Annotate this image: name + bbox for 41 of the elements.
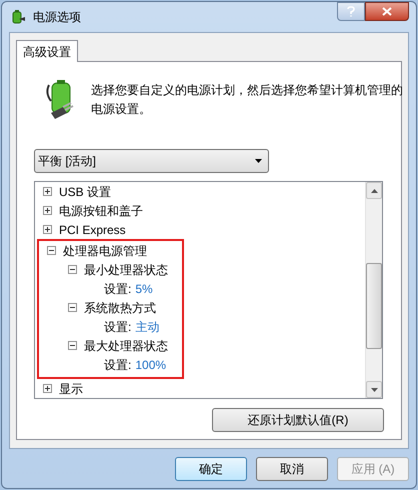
tree-item[interactable]: 系统散热方式: [84, 298, 156, 316]
dialog-button[interactable]: 确定: [175, 457, 247, 481]
close-icon: [382, 7, 392, 16]
tree-item[interactable]: 电源按钮和盖子: [59, 202, 143, 220]
dialog-button[interactable]: 取消: [256, 457, 328, 481]
restore-defaults-button[interactable]: 还原计划默认值(R): [212, 408, 384, 432]
tree-item[interactable]: 处理器电源管理: [63, 242, 147, 260]
setting-label: 设置:: [104, 318, 132, 336]
help-icon: [347, 6, 355, 17]
scrollbar[interactable]: [365, 182, 382, 398]
battery-plug-icon: [11, 9, 27, 25]
tree-item[interactable]: USB 设置: [59, 182, 112, 200]
expand-icon[interactable]: [43, 206, 52, 215]
help-button[interactable]: [337, 2, 365, 21]
scroll-down-button[interactable]: [366, 381, 382, 398]
up-arrow-icon: [370, 188, 378, 192]
down-arrow-icon: [370, 388, 378, 392]
close-button[interactable]: [365, 2, 409, 21]
dropdown-arrow-icon: [255, 159, 262, 163]
collapse-icon[interactable]: [68, 265, 77, 274]
setting-value[interactable]: 100%: [135, 356, 166, 374]
window-title: 电源选项: [33, 9, 81, 26]
scroll-thumb[interactable]: [366, 263, 382, 349]
expand-icon[interactable]: [43, 384, 52, 393]
setting-value[interactable]: 5%: [135, 280, 153, 298]
tree-item[interactable]: PCI Express: [59, 220, 126, 238]
setting-label: 设置:: [104, 356, 132, 374]
tree-item[interactable]: 显示: [59, 380, 83, 398]
tab[interactable]: 高级设置: [16, 40, 78, 62]
description-text: 选择您要自定义的电源计划，然后选择您希望计算机管理的电源设置。: [91, 82, 403, 118]
collapse-icon[interactable]: [47, 246, 56, 255]
plan-dropdown[interactable]: 平衡 [活动]: [34, 149, 269, 173]
tree-item[interactable]: 最小处理器状态: [84, 260, 168, 278]
collapse-icon[interactable]: [68, 341, 77, 350]
expand-icon[interactable]: [43, 187, 52, 196]
collapse-icon[interactable]: [68, 303, 77, 312]
scroll-up-button[interactable]: [366, 182, 382, 199]
expand-icon[interactable]: [43, 225, 52, 234]
setting-label: 设置:: [104, 280, 132, 298]
setting-value[interactable]: 主动: [135, 318, 160, 336]
tree-item[interactable]: 最大处理器状态: [84, 336, 168, 354]
